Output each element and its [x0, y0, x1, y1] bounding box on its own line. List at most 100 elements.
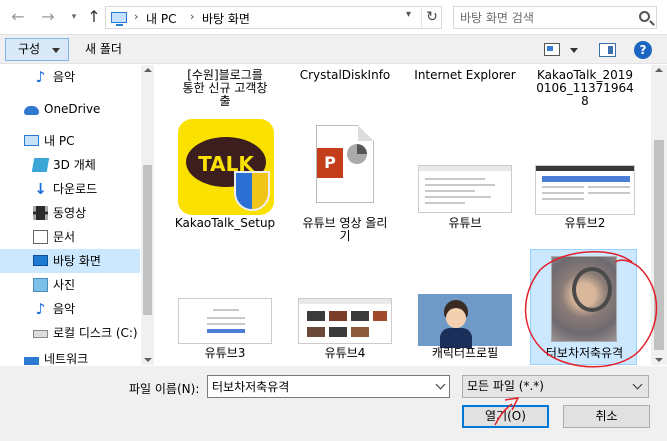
sidebar-item-label: OneDrive	[44, 102, 101, 116]
scroll-up-icon[interactable]	[655, 68, 663, 72]
filename-input[interactable]	[212, 378, 427, 395]
filename-label: 파일 이름(N):	[129, 382, 200, 396]
breadcrumb-separator[interactable]: ›	[134, 10, 138, 23]
navigation-pane: ♪ 음악 OneDrive 내 PC 3D 개체 ↓ 다운로드 동영상 문서 바…	[0, 65, 154, 365]
search-input[interactable]	[460, 9, 630, 26]
refresh-icon[interactable]: ↻	[421, 7, 442, 28]
file-item[interactable]: CrystalDiskInfo	[292, 65, 398, 115]
file-name: 캐릭터프로필	[431, 346, 499, 360]
file-name: Internet Explorer	[414, 68, 516, 82]
sidebar-item-label: 음악	[53, 70, 76, 84]
dialog-footer: 파일 이름(N): 모든 파일 (*.*) 열기(O) 취소	[0, 366, 667, 441]
file-name: [수원]블로그를 통한 신규 고객창 출	[182, 68, 268, 108]
sidebar-item-label: 사진	[53, 278, 76, 292]
cancel-button[interactable]: 취소	[563, 405, 650, 428]
scroll-up-icon[interactable]	[144, 68, 152, 72]
address-dropdown-icon[interactable]: ▾	[406, 9, 411, 20]
address-bar[interactable]: › 내 PC › 바탕 화면 ▾ ↻	[105, 6, 442, 29]
sidebar-item-desktop[interactable]: 바탕 화면	[0, 249, 140, 273]
file-name: CrystalDiskInfo	[299, 68, 391, 82]
back-arrow-icon[interactable]: ←	[8, 8, 28, 26]
document-icon	[33, 230, 48, 244]
file-item[interactable]: 유튜브3	[172, 250, 278, 365]
powerpoint-logo-icon: P	[317, 148, 343, 178]
kakaotalk-installer-icon: TALK	[178, 119, 274, 215]
file-name: 유튜브2	[564, 216, 606, 230]
change-view-icon[interactable]	[544, 43, 560, 56]
file-item[interactable]: P 유튜브 영상 올리 기	[292, 119, 398, 249]
chevron-down-icon[interactable]	[435, 379, 446, 390]
pc-icon	[111, 12, 127, 26]
sidebar-item-downloads[interactable]: ↓ 다운로드	[0, 177, 140, 201]
sidebar-item-music-2[interactable]: ♪ 음악	[0, 297, 140, 321]
search-icon[interactable]	[639, 11, 650, 22]
file-item[interactable]: KakaoTalk_2019 0106_11371964 8	[532, 65, 638, 115]
view-options-chevron-icon[interactable]	[570, 48, 578, 53]
organize-label: 구성	[18, 42, 41, 56]
search-box[interactable]	[453, 6, 657, 29]
scroll-thumb[interactable]	[654, 140, 664, 350]
video-icon	[33, 206, 48, 220]
scroll-down-icon[interactable]	[144, 358, 152, 362]
address-row: ← → ▾ ↑ › 내 PC › 바탕 화면 ▾ ↻	[0, 0, 667, 34]
file-item[interactable]: TALK KakaoTalk_Setup	[162, 119, 288, 239]
sidebar-item-label: 동영상	[53, 206, 87, 220]
desktop-icon	[33, 255, 48, 266]
file-item[interactable]: 캐릭터프로필	[412, 250, 518, 365]
file-name: 유튜브	[448, 216, 482, 230]
preview-pane-icon[interactable]	[599, 43, 616, 57]
scroll-thumb[interactable]	[143, 165, 152, 315]
sidebar-item-label: 음악	[53, 302, 76, 316]
sidebar-item-label: 3D 개체	[53, 158, 96, 172]
file-item-selected[interactable]: 터보차저축유격	[530, 249, 637, 365]
file-item[interactable]: Internet Explorer	[412, 65, 518, 115]
sidebar-item-onedrive[interactable]: OneDrive	[0, 97, 140, 121]
file-item[interactable]: 유튜브4	[292, 250, 398, 365]
content-scrollbar[interactable]	[651, 65, 667, 365]
organize-button[interactable]: 구성	[5, 38, 69, 61]
sidebar-item-local-disk[interactable]: 로컬 디스크 (C:)	[0, 321, 140, 345]
sidebar-item-documents[interactable]: 문서	[0, 225, 140, 249]
image-thumbnail	[418, 165, 512, 213]
pie-chart-icon	[347, 144, 367, 164]
breadcrumb-separator[interactable]: ›	[190, 10, 194, 23]
file-name: KakaoTalk_2019 0106_11371964 8	[536, 68, 634, 108]
breadcrumb-my-pc[interactable]: 내 PC	[146, 10, 176, 27]
sidebar-item-network[interactable]: 네트워크	[0, 353, 140, 365]
nav-scrollbar[interactable]	[141, 65, 154, 365]
filename-combobox[interactable]	[207, 375, 450, 398]
file-type-value: 모든 파일 (*.*)	[467, 379, 544, 393]
scroll-down-icon[interactable]	[655, 358, 663, 362]
new-folder-button[interactable]: 새 폴더	[85, 38, 122, 61]
sidebar-item-this-pc[interactable]: 내 PC	[0, 129, 140, 153]
sidebar-item-label: 다운로드	[53, 182, 98, 196]
sidebar-item-label: 네트워크	[44, 353, 89, 365]
image-thumbnail	[178, 298, 272, 344]
sidebar-item-label: 바탕 화면	[53, 254, 101, 268]
help-icon[interactable]: ?	[634, 41, 652, 59]
open-button[interactable]: 열기(O)	[462, 405, 549, 428]
file-item[interactable]: 유튜브	[412, 119, 518, 239]
3d-objects-icon	[31, 158, 50, 172]
chevron-down-icon	[632, 379, 643, 390]
file-item[interactable]: [수원]블로그를 통한 신규 고객창 출	[172, 65, 278, 115]
chevron-down-icon	[52, 48, 60, 53]
powerpoint-file-icon: P	[316, 125, 374, 203]
forward-arrow-icon[interactable]: →	[38, 8, 58, 26]
file-item[interactable]: 유튜브2	[532, 119, 638, 239]
file-name: 유튜브4	[324, 346, 366, 360]
recent-locations-chevron-icon[interactable]: ▾	[64, 8, 84, 26]
file-type-select[interactable]: 모든 파일 (*.*)	[462, 375, 649, 398]
file-name: KakaoTalk_Setup	[174, 216, 276, 230]
sidebar-item-3d-objects[interactable]: 3D 개체	[0, 153, 140, 177]
sidebar-item-label: 문서	[53, 230, 76, 244]
sidebar-item-music[interactable]: ♪ 음악	[0, 65, 140, 89]
sidebar-item-pictures[interactable]: 사진	[0, 273, 140, 297]
sidebar-item-label: 로컬 디스크 (C:)	[53, 326, 138, 340]
up-arrow-icon[interactable]: ↑	[84, 8, 104, 26]
sidebar-item-videos[interactable]: 동영상	[0, 201, 140, 225]
breadcrumb-desktop[interactable]: 바탕 화면	[202, 10, 250, 27]
image-thumbnail	[535, 165, 635, 215]
download-icon: ↓	[34, 180, 47, 198]
command-bar: 구성 새 폴더 ?	[0, 34, 667, 64]
